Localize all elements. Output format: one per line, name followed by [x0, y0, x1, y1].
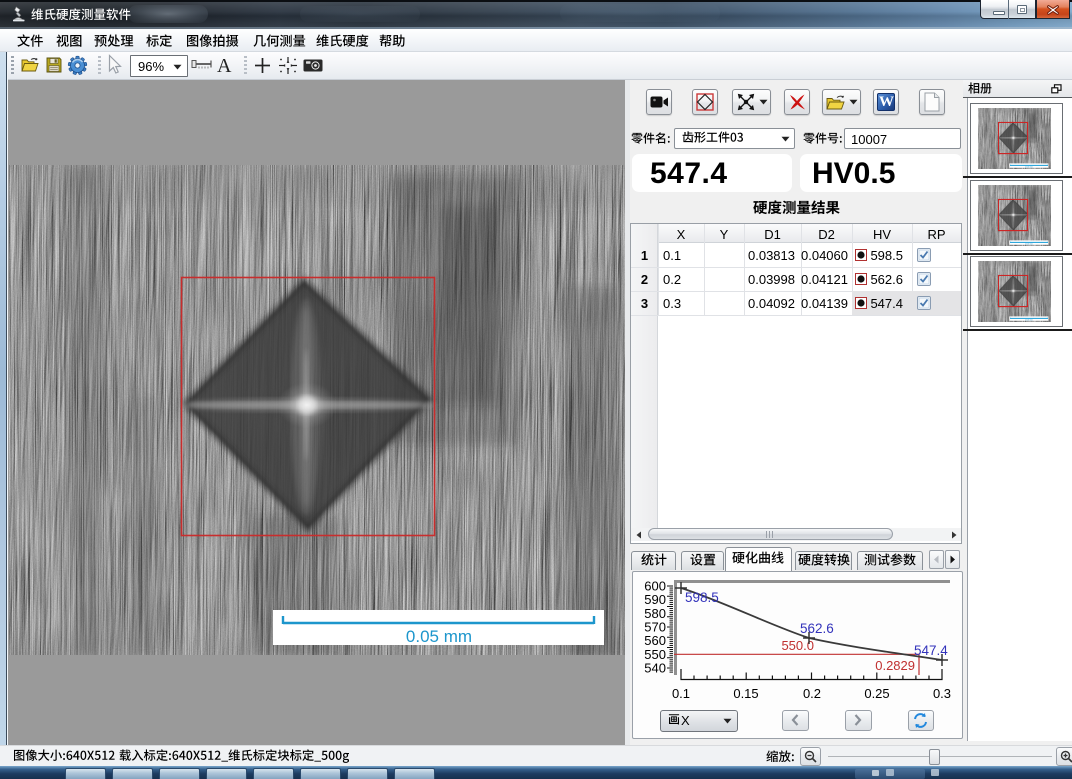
svg-text:0.25: 0.25: [864, 686, 889, 701]
svg-text:547.4: 547.4: [914, 643, 948, 658]
svg-text:562.6: 562.6: [800, 621, 834, 636]
svg-text:540: 540: [644, 661, 666, 676]
svg-text:598.5: 598.5: [685, 590, 719, 605]
svg-text:0.15: 0.15: [733, 686, 758, 701]
svg-text:0.2: 0.2: [803, 686, 821, 701]
svg-text:0.3: 0.3: [933, 686, 951, 701]
svg-text:0.1: 0.1: [672, 686, 690, 701]
svg-text:0.2829: 0.2829: [875, 658, 915, 673]
